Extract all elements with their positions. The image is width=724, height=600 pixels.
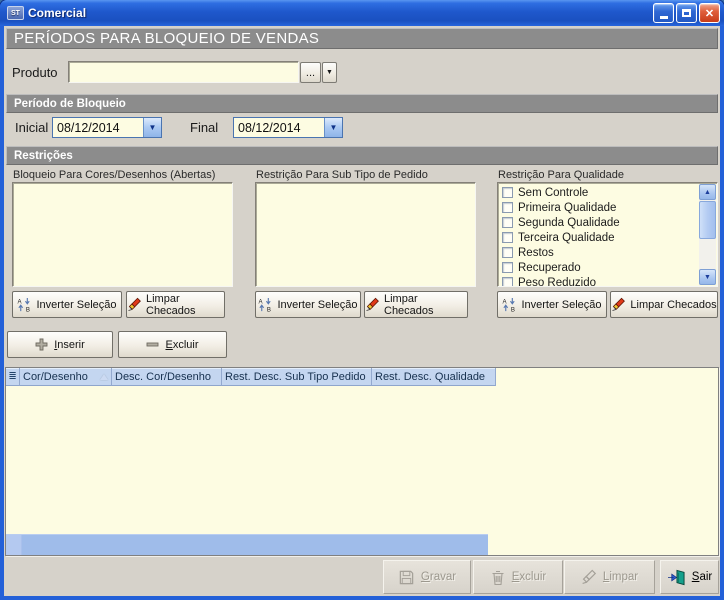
qualidade-item-label: Sem Controle bbox=[518, 187, 588, 199]
maximize-button[interactable] bbox=[676, 3, 697, 23]
svg-text:A: A bbox=[259, 299, 264, 306]
exit-door-icon bbox=[667, 569, 686, 586]
checkbox[interactable] bbox=[502, 217, 513, 228]
application-window: ST Comercial ✕ PERÍODOS PARA BLOQUEIO DE… bbox=[0, 0, 724, 600]
cores-clear-checked-button[interactable]: Limpar Checados bbox=[126, 291, 225, 318]
svg-text:A: A bbox=[503, 299, 508, 306]
eraser-icon bbox=[611, 297, 626, 312]
qualidade-item-label: Restos bbox=[518, 247, 554, 259]
invert-selection-icon: AB bbox=[258, 297, 273, 312]
window-title: Comercial bbox=[28, 6, 86, 20]
qualidade-item-label: Segunda Qualidade bbox=[518, 217, 620, 229]
qualidade-invert-selection-button[interactable]: AB Inverter Seleção bbox=[497, 291, 607, 318]
save-icon bbox=[398, 569, 415, 586]
subtipo-invert-selection-button[interactable]: AB Inverter Seleção bbox=[255, 291, 361, 318]
grid-column-header[interactable]: Rest. Desc. Sub Tipo Pedido bbox=[222, 368, 372, 386]
final-date-dropdown-button[interactable]: ▼ bbox=[324, 118, 342, 137]
title-bar: ST Comercial ✕ bbox=[0, 0, 724, 26]
periodo-section-header: Período de Bloqueio bbox=[6, 94, 718, 113]
grid-row-indicator bbox=[6, 535, 22, 555]
subtipo-panel-label: Restrição Para Sub Tipo de Pedido bbox=[256, 169, 428, 181]
checkbox[interactable] bbox=[502, 262, 513, 273]
sort-ascending-icon bbox=[100, 374, 108, 380]
plus-icon bbox=[35, 338, 48, 351]
gravar-button[interactable]: Gravar bbox=[383, 560, 471, 594]
qualidade-listbox[interactable]: ▲ ▼ Sem Controle Primeira Qualidade Segu… bbox=[497, 182, 718, 287]
qualidade-list-item[interactable]: Segunda Qualidade bbox=[498, 215, 699, 230]
client-area: PERÍODOS PARA BLOQUEIO DE VENDAS Produto… bbox=[4, 26, 720, 596]
produto-dropdown-button[interactable]: ▼ bbox=[322, 62, 337, 83]
scrollbar-down-button[interactable]: ▼ bbox=[699, 269, 716, 285]
final-date-field[interactable]: 08/12/2014 ▼ bbox=[233, 117, 343, 138]
inicial-date-field[interactable]: 08/12/2014 ▼ bbox=[52, 117, 162, 138]
checkbox[interactable] bbox=[502, 232, 513, 243]
qualidade-list-item[interactable]: Peso Reduzido bbox=[498, 275, 699, 287]
eraser-icon bbox=[365, 297, 380, 312]
svg-text:A: A bbox=[18, 299, 23, 306]
svg-text:B: B bbox=[511, 307, 515, 312]
minimize-button[interactable] bbox=[653, 3, 674, 23]
checkbox[interactable] bbox=[502, 202, 513, 213]
checkbox[interactable] bbox=[502, 277, 513, 287]
produto-input[interactable] bbox=[68, 61, 299, 83]
restricoes-section-header: Restrições bbox=[6, 146, 718, 165]
invert-selection-icon: AB bbox=[502, 297, 517, 312]
close-button[interactable]: ✕ bbox=[699, 3, 720, 23]
inicial-date-value[interactable]: 08/12/2014 bbox=[53, 121, 143, 135]
minimize-icon bbox=[660, 16, 668, 19]
eraser-icon bbox=[127, 297, 142, 312]
grid-column-header[interactable]: Cor/Desenho bbox=[20, 368, 112, 386]
qualidade-item-label: Primeira Qualidade bbox=[518, 202, 616, 214]
app-icon: ST bbox=[7, 6, 24, 20]
page-title: PERÍODOS PARA BLOQUEIO DE VENDAS bbox=[6, 28, 718, 49]
cores-invert-selection-button[interactable]: AB Inverter Seleção bbox=[12, 291, 122, 318]
inserir-button[interactable]: Inserir bbox=[7, 331, 113, 358]
excluir-button[interactable]: Excluir bbox=[473, 560, 563, 594]
grid-header-row: ≣ Cor/Desenho Desc. Cor/Desenho Rest. De… bbox=[6, 368, 496, 386]
rows-icon: ≣ bbox=[8, 371, 16, 382]
qualidade-list-item[interactable]: Restos bbox=[498, 245, 699, 260]
qualidade-list-item[interactable]: Recuperado bbox=[498, 260, 699, 275]
inicial-label: Inicial bbox=[15, 120, 48, 135]
produto-label: Produto bbox=[12, 65, 58, 80]
minus-icon bbox=[146, 338, 159, 351]
grid-indicator-header: ≣ bbox=[6, 368, 20, 386]
clear-icon bbox=[581, 569, 597, 585]
svg-text:B: B bbox=[267, 307, 271, 312]
trash-icon bbox=[490, 569, 506, 586]
scrollbar-thumb[interactable] bbox=[699, 201, 716, 239]
checkbox[interactable] bbox=[502, 247, 513, 258]
produto-lookup-button[interactable]: ... bbox=[300, 62, 321, 83]
scrollbar-up-button[interactable]: ▲ bbox=[699, 184, 716, 200]
inicial-date-dropdown-button[interactable]: ▼ bbox=[143, 118, 161, 137]
cores-listbox[interactable] bbox=[12, 182, 233, 287]
svg-text:B: B bbox=[26, 307, 30, 312]
limpar-button[interactable]: Limpar bbox=[564, 560, 655, 594]
excluir-row-button[interactable]: Excluir bbox=[118, 331, 227, 358]
qualidade-list-item[interactable]: Primeira Qualidade bbox=[498, 200, 699, 215]
grid-selected-row[interactable] bbox=[6, 534, 488, 555]
grid-column-header[interactable]: Desc. Cor/Desenho bbox=[112, 368, 222, 386]
qualidade-list-item[interactable]: Terceira Qualidade bbox=[498, 230, 699, 245]
qualidade-item-label: Terceira Qualidade bbox=[518, 232, 615, 244]
cores-panel-label: Bloqueio Para Cores/Desenhos (Abertas) bbox=[13, 169, 215, 181]
qualidade-clear-checked-button[interactable]: Limpar Checados bbox=[610, 291, 718, 318]
results-grid[interactable]: ≣ Cor/Desenho Desc. Cor/Desenho Rest. De… bbox=[5, 367, 719, 556]
qualidade-item-label: Recuperado bbox=[518, 262, 581, 274]
checkbox[interactable] bbox=[502, 187, 513, 198]
final-date-value[interactable]: 08/12/2014 bbox=[234, 121, 324, 135]
subtipo-listbox[interactable] bbox=[255, 182, 476, 287]
qualidade-panel-label: Restrição Para Qualidade bbox=[498, 169, 624, 181]
grid-column-header[interactable]: Rest. Desc. Qualidade bbox=[372, 368, 496, 386]
maximize-icon bbox=[682, 9, 691, 17]
invert-selection-icon: AB bbox=[17, 297, 32, 312]
qualidade-scrollbar[interactable]: ▲ ▼ bbox=[699, 184, 716, 285]
sair-button[interactable]: Sair bbox=[660, 560, 719, 594]
final-label: Final bbox=[190, 120, 218, 135]
qualidade-item-label: Peso Reduzido bbox=[518, 277, 596, 288]
subtipo-clear-checked-button[interactable]: Limpar Checados bbox=[364, 291, 468, 318]
qualidade-list-item[interactable]: Sem Controle bbox=[498, 185, 699, 200]
